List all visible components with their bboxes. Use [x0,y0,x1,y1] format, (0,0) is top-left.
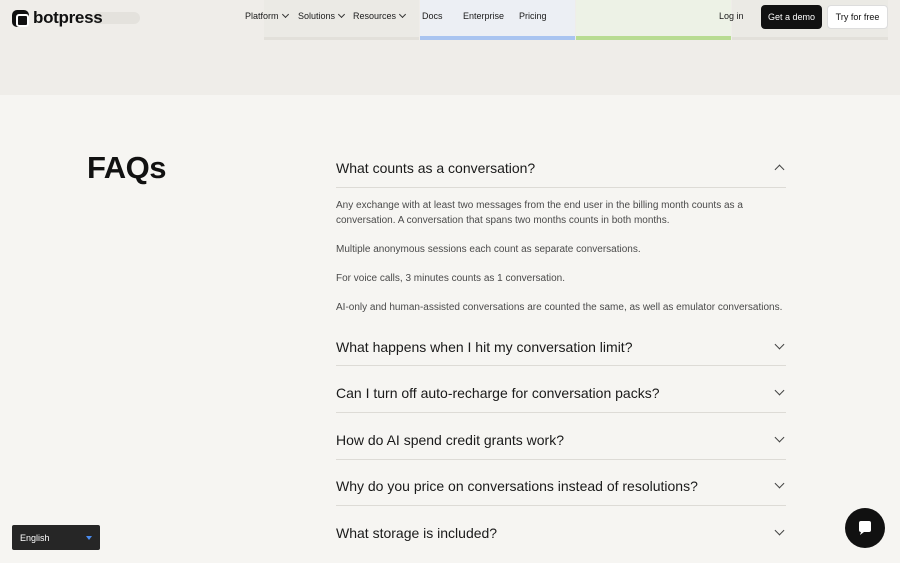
nav-item-pricing[interactable]: Pricing [519,11,547,21]
chevron-down-icon [774,434,786,446]
faq-question: What happens when I hit my conversation … [336,338,633,355]
nav-item-solutions[interactable]: Solutions [298,10,346,21]
nav-item-enterprise[interactable]: Enterprise [463,11,504,21]
brand-logo[interactable]: botpress [12,8,103,28]
chevron-down-icon [774,527,786,539]
faq-answer-paragraph: AI-only and human-assisted conversations… [336,302,783,314]
caret-down-icon [86,535,92,540]
faq-item: What counts as a conversation? Any excha… [336,148,786,320]
nav-item-label: Pricing [519,11,547,21]
faq-question: Can I turn off auto-recharge for convers… [336,385,660,402]
faq-heading: FAQs [87,150,166,185]
faq-item: What happens when I hit my conversation … [336,320,786,367]
faq-item: What storage is included? [336,506,786,553]
faq-answer-paragraph: Multiple anonymous sessions each count a… [336,243,641,255]
try-free-button[interactable]: Try for free [827,5,888,29]
nav-item-label: Platform [245,11,279,21]
chevron-down-icon [281,10,289,19]
get-demo-button[interactable]: Get a demo [761,5,822,29]
chevron-up-icon [774,162,786,174]
faq-question-toggle[interactable]: What storage is included? [336,506,786,553]
chat-launcher-button[interactable] [845,508,885,548]
nav-item-label: Enterprise [463,11,505,21]
faq-item: Why do you price on conversations instea… [336,460,786,507]
nav-item-docs[interactable]: Docs [422,11,443,21]
faq-question-toggle[interactable]: Can I turn off auto-recharge for convers… [336,366,786,413]
language-select[interactable]: English [12,525,100,550]
faq-question-toggle[interactable]: What happens when I hit my conversation … [336,320,786,367]
brand-name: botpress [33,8,103,27]
nav-item-label: Resources [353,11,397,21]
chevron-down-icon [398,10,407,19]
chevron-down-icon [774,480,786,492]
botpress-logo-icon [12,9,29,27]
nav-item-label: Docs [422,11,443,21]
chevron-down-icon [774,387,786,399]
faq-question: What counts as a conversation? [336,159,536,176]
faq-answer-paragraph: For voice calls, 3 minutes counts as 1 c… [336,272,565,284]
nav-item-resources[interactable]: Resources [353,10,407,21]
faq-question: Why do you price on conversations instea… [336,478,698,495]
faq-question-toggle[interactable]: What counts as a conversation? [336,148,786,188]
faq-accordion: What counts as a conversation? Any excha… [336,148,786,553]
faq-question-toggle[interactable]: How do AI spend credit grants work? [336,413,786,460]
nav-item-platform[interactable]: Platform [245,10,289,21]
language-value: English [20,532,50,543]
nav-item-label: Solutions [298,11,336,21]
faq-question-toggle[interactable]: Why do you price on conversations instea… [336,460,786,507]
faq-item: Can I turn off auto-recharge for convers… [336,366,786,413]
faq-question: How do AI spend credit grants work? [336,431,565,448]
chat-bubble-icon [859,521,871,535]
faq-answer: Any exchange with at least two messages … [336,188,786,320]
faq-question: What storage is included? [336,525,498,542]
faq-item: How do AI spend credit grants work? [336,413,786,460]
chevron-down-icon [337,10,346,19]
chevron-down-icon [774,341,786,353]
login-link[interactable]: Log in [719,11,744,21]
top-navbar: botpress Platform Solutions Resources Do… [0,0,900,34]
faq-answer-paragraph: Any exchange with at least two messages … [336,200,743,226]
